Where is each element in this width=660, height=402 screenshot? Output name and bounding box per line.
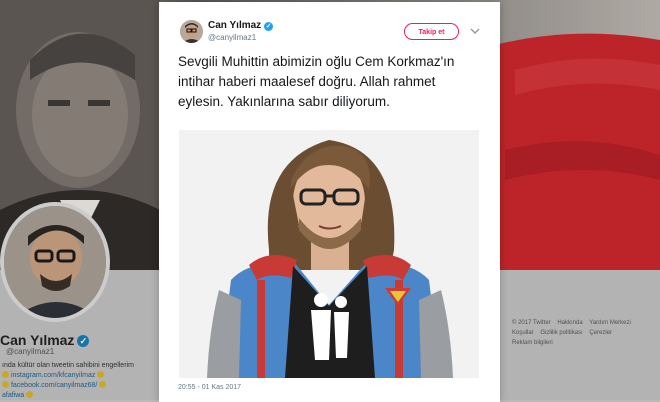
verified-badge-icon: ✓ (264, 22, 274, 31)
tweet-photo[interactable] (179, 130, 479, 378)
tweet-author-name[interactable]: Can Yılmaz ✓ (208, 20, 274, 31)
tweet-modal: Can Yılmaz ✓ @canyilmaz1 Takip et Sevgili… (159, 2, 500, 402)
tweet-photo-image (179, 130, 479, 378)
tweet-text: Sevgili Muhittin abimizin oğlu Cem Korkm… (178, 54, 455, 109)
author-avatar-photo (180, 20, 203, 43)
tweet-author-handle[interactable]: @canyilmaz1 (208, 33, 256, 42)
tweet-author-name-text[interactable]: Can Yılmaz (208, 20, 261, 31)
tweet-author-avatar[interactable] (180, 20, 203, 43)
follow-button[interactable]: Takip et (404, 23, 459, 40)
chevron-down-icon[interactable] (469, 26, 481, 36)
tweet-timestamp[interactable]: 20:55 - 01 Kas 2017 (178, 384, 241, 391)
